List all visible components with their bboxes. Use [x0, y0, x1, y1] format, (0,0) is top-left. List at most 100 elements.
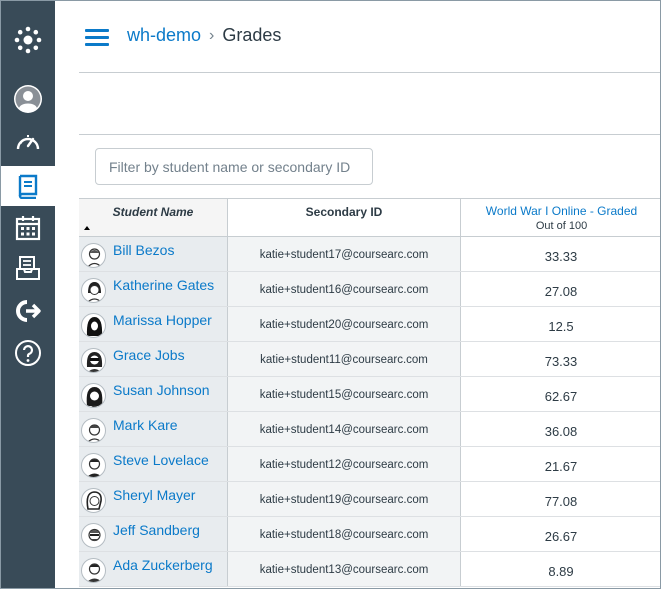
global-navigation	[1, 1, 55, 588]
app-window: wh-demo › Grades Student Name Secondary …	[0, 0, 661, 589]
grade-value: 36.08	[544, 424, 578, 439]
table-row: Mark Kare katie+student14@coursearc.com …	[79, 412, 660, 447]
grade-value: 27.08	[544, 284, 578, 299]
avatar	[81, 523, 106, 548]
grade-value: 73.33	[544, 354, 578, 369]
student-name-link[interactable]: Sheryl Mayer	[113, 487, 195, 503]
grade-cell[interactable]: 77.08	[461, 482, 660, 516]
grade-cell[interactable]: 62.67	[461, 377, 660, 411]
student-name-link[interactable]: Mark Kare	[113, 417, 178, 433]
sort-ascending-icon	[84, 226, 90, 230]
courses-icon[interactable]	[1, 166, 55, 206]
student-name-link[interactable]: Steve Lovelace	[113, 452, 209, 468]
student-cell: Katherine Gates	[79, 272, 228, 306]
student-cell: Grace Jobs	[79, 342, 228, 376]
student-cell: Jeff Sandberg	[79, 517, 228, 551]
breadcrumb: wh-demo › Grades	[127, 25, 281, 46]
grade-value: 8.89	[548, 564, 574, 579]
grade-cell[interactable]: 73.33	[461, 342, 660, 376]
student-cell: Sheryl Mayer	[79, 482, 228, 516]
table-row: Susan Johnson katie+student15@coursearc.…	[79, 377, 660, 412]
secondary-id-cell: katie+student17@coursearc.com	[228, 237, 461, 271]
student-cell: Steve Lovelace	[79, 447, 228, 481]
grade-cell[interactable]: 8.89	[461, 552, 660, 586]
secondary-id-text: katie+student19@coursearc.com	[259, 494, 429, 506]
secondary-id-cell: katie+student20@coursearc.com	[228, 307, 461, 341]
student-name-link[interactable]: Bill Bezos	[113, 242, 174, 258]
student-name-link[interactable]: Susan Johnson	[113, 382, 210, 398]
grade-value: 33.33	[544, 249, 578, 264]
course-menu-toggle[interactable]	[85, 27, 109, 47]
table-row: Grace Jobs katie+student11@coursearc.com…	[79, 342, 660, 377]
breadcrumb-current-page: Grades	[222, 25, 282, 45]
avatar	[81, 453, 106, 478]
avatar	[81, 418, 106, 443]
student-name-link[interactable]: Jeff Sandberg	[113, 522, 200, 538]
grid-header-row: Student Name Secondary ID World War I On…	[79, 198, 660, 237]
student-cell: Ada Zuckerberg	[79, 552, 228, 586]
secondary-id-text: katie+student11@coursearc.com	[260, 354, 428, 366]
assignment-header-link[interactable]: World War I Online - Graded	[461, 199, 660, 218]
avatar	[81, 313, 106, 338]
student-name-link[interactable]: Marissa Hopper	[113, 312, 212, 328]
student-cell: Mark Kare	[79, 412, 228, 446]
student-cell: Marissa Hopper	[79, 307, 228, 341]
grade-cell[interactable]: 36.08	[461, 412, 660, 446]
table-row: Katherine Gates katie+student16@coursear…	[79, 272, 660, 307]
assignment-points-possible: Out of 100	[535, 220, 588, 232]
commons-icon[interactable]	[1, 291, 55, 331]
table-row: Steve Lovelace katie+student12@coursearc…	[79, 447, 660, 482]
student-name-link[interactable]: Grace Jobs	[113, 347, 185, 363]
secondary-id-cell: katie+student12@coursearc.com	[228, 447, 461, 481]
student-name-header-label: Student Name	[112, 205, 194, 219]
grade-value: 21.67	[544, 459, 578, 474]
secondary-id-text: katie+student16@coursearc.com	[259, 284, 429, 296]
avatar	[81, 348, 106, 373]
student-name-link[interactable]: Ada Zuckerberg	[113, 557, 213, 573]
grade-cell[interactable]: 33.33	[461, 237, 660, 271]
table-row: Bill Bezos katie+student17@coursearc.com…	[79, 237, 660, 272]
grade-cell[interactable]: 12.5	[461, 307, 660, 341]
student-cell: Susan Johnson	[79, 377, 228, 411]
gradebook-grid: Student Name Secondary ID World War I On…	[79, 198, 660, 587]
secondary-id-header-label: Secondary ID	[305, 205, 383, 219]
secondary-id-cell: katie+student16@coursearc.com	[228, 272, 461, 306]
assignment-header[interactable]: World War I Online - Graded Out of 100	[461, 199, 660, 236]
avatar	[81, 488, 106, 513]
help-icon[interactable]	[1, 333, 55, 373]
account-icon[interactable]	[1, 79, 55, 119]
inbox-icon[interactable]	[1, 248, 55, 288]
secondary-id-header[interactable]: Secondary ID	[228, 199, 461, 236]
table-row: Sheryl Mayer katie+student19@coursearc.c…	[79, 482, 660, 517]
secondary-id-cell: katie+student11@coursearc.com	[228, 342, 461, 376]
grade-value: 12.5	[548, 319, 574, 334]
secondary-id-text: katie+student13@coursearc.com	[259, 564, 429, 576]
canvas-logo-icon[interactable]	[1, 20, 55, 60]
secondary-id-text: katie+student14@coursearc.com	[259, 424, 429, 436]
dashboard-icon[interactable]	[1, 123, 55, 163]
main-content: wh-demo › Grades Student Name Secondary …	[55, 1, 660, 588]
secondary-id-cell: katie+student15@coursearc.com	[228, 377, 461, 411]
breadcrumb-separator: ›	[209, 26, 215, 44]
secondary-id-text: katie+student12@coursearc.com	[259, 459, 429, 471]
student-filter-input[interactable]	[95, 148, 373, 185]
grade-cell[interactable]: 27.08	[461, 272, 660, 306]
calendar-icon[interactable]	[1, 208, 55, 248]
secondary-id-cell: katie+student18@coursearc.com	[228, 517, 461, 551]
secondary-id-text: katie+student17@coursearc.com	[259, 249, 429, 261]
breadcrumb-course-link[interactable]: wh-demo	[127, 25, 201, 46]
avatar	[81, 278, 106, 303]
secondary-id-cell: katie+student19@coursearc.com	[228, 482, 461, 516]
table-row: Ada Zuckerberg katie+student13@coursearc…	[79, 552, 660, 587]
grade-cell[interactable]: 21.67	[461, 447, 660, 481]
grade-cell[interactable]: 26.67	[461, 517, 660, 551]
avatar	[81, 383, 106, 408]
student-name-link[interactable]: Katherine Gates	[113, 277, 214, 293]
grid-body: Bill Bezos katie+student17@coursearc.com…	[79, 237, 660, 587]
table-row: Jeff Sandberg katie+student18@coursearc.…	[79, 517, 660, 552]
gradebook-toolbar	[79, 73, 660, 135]
secondary-id-text: katie+student20@coursearc.com	[259, 319, 429, 331]
avatar	[81, 558, 106, 583]
student-name-header[interactable]: Student Name	[79, 199, 228, 236]
table-row: Marissa Hopper katie+student20@coursearc…	[79, 307, 660, 342]
